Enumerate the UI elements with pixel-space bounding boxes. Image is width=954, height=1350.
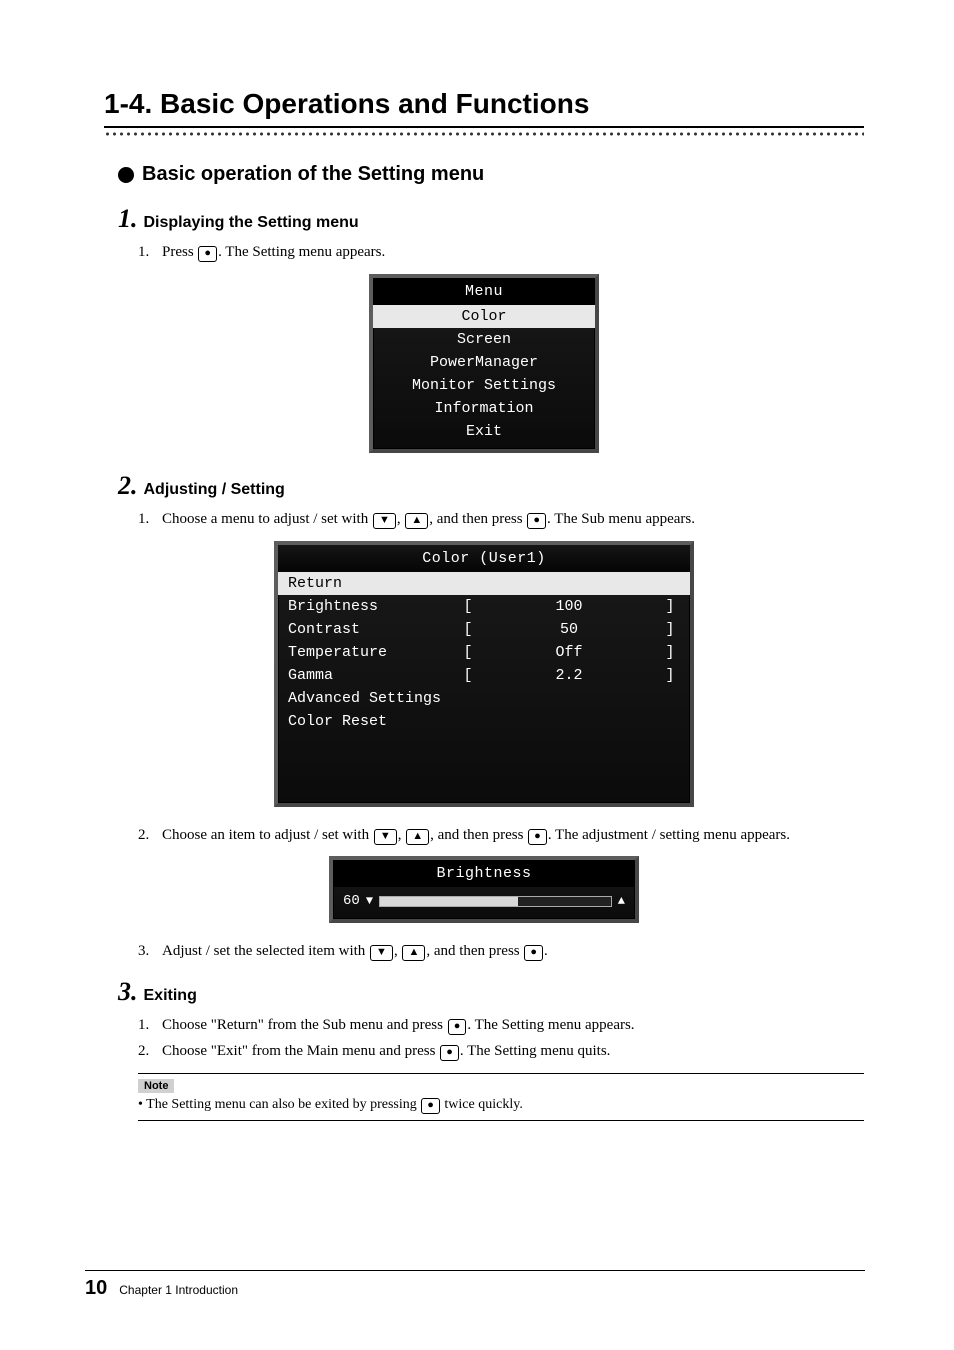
chapter-label: Chapter 1 Introduction xyxy=(119,1283,238,1297)
down-button-icon: ▼ xyxy=(373,513,396,529)
step-1-title: Displaying the Setting menu xyxy=(144,214,359,232)
text-fragment: , and then press xyxy=(426,943,523,959)
text-fragment: The Setting menu can also be exited by p… xyxy=(146,1097,420,1112)
osd-title: Menu xyxy=(373,278,595,305)
osd-row-value: Off xyxy=(478,644,660,661)
osd-title: Brightness xyxy=(333,860,635,887)
enter-button-icon: ● xyxy=(528,829,547,845)
osd-brightness-screenshot: Brightness 60 ▼ ▲ xyxy=(329,856,639,923)
list-number: 2. xyxy=(138,1041,152,1063)
text-fragment: . The Sub menu appears. xyxy=(547,511,695,527)
osd-item: PowerManager xyxy=(373,351,595,374)
osd-row-label: Gamma xyxy=(288,667,458,684)
up-button-icon: ▲ xyxy=(402,945,425,961)
osd-row-value: 2.2 xyxy=(478,667,660,684)
list-number: 1. xyxy=(138,242,152,264)
text-fragment: , and then press xyxy=(430,827,527,843)
osd-row: Color Reset xyxy=(278,710,690,733)
subheading: Basic operation of the Setting menu xyxy=(104,163,864,186)
text-fragment: , xyxy=(397,511,405,527)
step-1-heading: 1. Displaying the Setting menu xyxy=(118,204,864,234)
up-button-icon: ▲ xyxy=(405,513,428,529)
osd-slider-fill xyxy=(380,897,518,906)
step-2-number: 2. xyxy=(118,471,138,501)
osd-row: Temperature [ Off ] xyxy=(278,641,690,664)
osd-row-value: 100 xyxy=(478,598,660,615)
osd-slider-value: 60 xyxy=(343,893,360,909)
step-3-item-2: 2. Choose "Exit" from the Main menu and … xyxy=(138,1041,864,1063)
text-fragment: , xyxy=(398,827,406,843)
enter-button-icon: ● xyxy=(440,1045,459,1061)
osd-row: Brightness [ 100 ] xyxy=(278,595,690,618)
osd-row: Advanced Settings xyxy=(278,687,690,710)
osd-item: Exit xyxy=(373,420,595,443)
up-button-icon: ▲ xyxy=(406,829,429,845)
text-fragment: Choose "Exit" from the Main menu and pre… xyxy=(162,1043,439,1059)
text-fragment: . The adjustment / setting menu appears. xyxy=(548,827,790,843)
step-2-item-2: 2. Choose an item to adjust / set with ▼… xyxy=(138,825,864,847)
up-triangle-icon: ▲ xyxy=(618,894,625,908)
step-1-item-1: 1. Press ●. The Setting menu appears. xyxy=(138,242,864,264)
osd-slider-bar xyxy=(379,896,612,907)
down-button-icon: ▼ xyxy=(374,829,397,845)
subheading-text: Basic operation of the Setting menu xyxy=(142,163,484,186)
down-triangle-icon: ▼ xyxy=(366,894,373,908)
list-number: 1. xyxy=(138,1015,152,1037)
enter-button-icon: ● xyxy=(421,1098,440,1114)
disc-icon xyxy=(118,167,134,183)
bullet-icon: • xyxy=(138,1097,143,1112)
osd-row-value: 50 xyxy=(478,621,660,638)
text-fragment: Adjust / set the selected item with xyxy=(162,943,369,959)
osd-row: Contrast [ 50 ] xyxy=(278,618,690,641)
osd-item: Information xyxy=(373,397,595,420)
text-fragment: . The Setting menu quits. xyxy=(460,1043,611,1059)
step-3-title: Exiting xyxy=(144,987,197,1005)
text-fragment: Press xyxy=(162,244,197,260)
note-label: Note xyxy=(138,1079,174,1093)
text-fragment: Choose "Return" from the Sub menu and pr… xyxy=(162,1017,447,1033)
text-fragment: Choose an item to adjust / set with xyxy=(162,827,373,843)
osd-row: Gamma [ 2.2 ] xyxy=(278,664,690,687)
osd-title: Color (User1) xyxy=(278,545,690,572)
osd-item: Monitor Settings xyxy=(373,374,595,397)
step-3-number: 3. xyxy=(118,977,138,1007)
enter-button-icon: ● xyxy=(524,945,543,961)
step-2-heading: 2. Adjusting / Setting xyxy=(118,471,864,501)
osd-main-menu-screenshot: Menu Color Screen PowerManager Monitor S… xyxy=(369,274,599,453)
text-fragment: , and then press xyxy=(429,511,526,527)
text-fragment: . The Setting menu appears. xyxy=(218,244,385,260)
osd-selected-item: Color xyxy=(373,305,595,328)
enter-button-icon: ● xyxy=(198,246,217,262)
osd-sub-menu-screenshot: Color (User1) Return Brightness [ 100 ] … xyxy=(274,541,694,807)
text-fragment: , xyxy=(394,943,402,959)
down-button-icon: ▼ xyxy=(370,945,393,961)
section-dotted-rule xyxy=(104,131,864,137)
step-2-item-1: 1. Choose a menu to adjust / set with ▼,… xyxy=(138,509,864,531)
enter-button-icon: ● xyxy=(527,513,546,529)
step-3-item-1: 1. Choose "Return" from the Sub menu and… xyxy=(138,1015,864,1037)
osd-row-label: Brightness xyxy=(288,598,458,615)
text-fragment: twice quickly. xyxy=(441,1097,523,1112)
step-2-title: Adjusting / Setting xyxy=(144,481,285,499)
page-number: 10 xyxy=(85,1277,107,1300)
osd-row-label: Temperature xyxy=(288,644,458,661)
list-number: 3. xyxy=(138,941,152,963)
section-rule xyxy=(104,126,864,128)
page-footer: 10 Chapter 1 Introduction xyxy=(85,1270,865,1300)
text-fragment: Choose a menu to adjust / set with xyxy=(162,511,372,527)
text-fragment: . xyxy=(544,943,548,959)
text-fragment: . The Setting menu appears. xyxy=(467,1017,634,1033)
osd-row-label: Contrast xyxy=(288,621,458,638)
section-title: 1-4. Basic Operations and Functions xyxy=(104,88,864,124)
osd-item: Screen xyxy=(373,328,595,351)
osd-selected-item: Return xyxy=(278,572,690,595)
note-block: Note • The Setting menu can also be exit… xyxy=(138,1073,864,1121)
list-number: 2. xyxy=(138,825,152,847)
step-1-number: 1. xyxy=(118,204,138,234)
list-number: 1. xyxy=(138,509,152,531)
step-3-heading: 3. Exiting xyxy=(118,977,864,1007)
step-2-item-3: 3. Adjust / set the selected item with ▼… xyxy=(138,941,864,963)
enter-button-icon: ● xyxy=(448,1019,467,1035)
